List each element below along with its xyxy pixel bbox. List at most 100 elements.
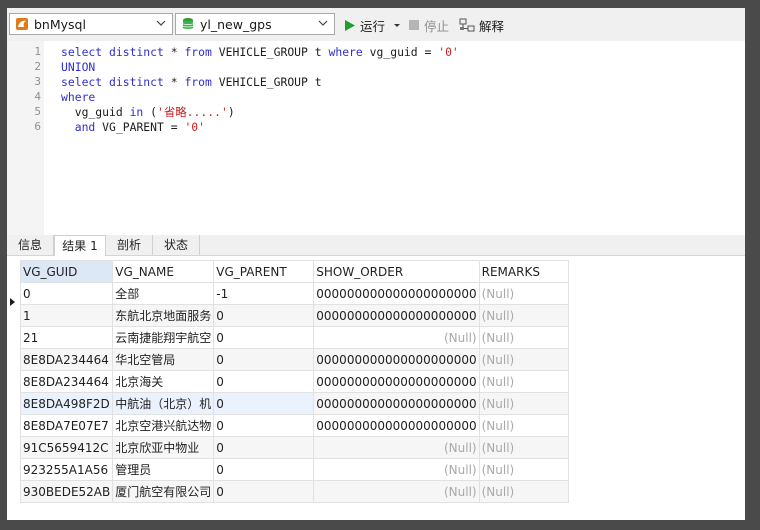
- table-cell[interactable]: 8E8DA498F2D: [19, 392, 114, 415]
- table-cell[interactable]: 0: [213, 326, 315, 349]
- sql-keyword: from: [184, 45, 212, 59]
- column-header[interactable]: SHOW_ORDER: [313, 260, 480, 283]
- chevron-down-icon: [318, 20, 328, 26]
- table-row[interactable]: 930BEDE52AB 厦门航空有限公司 0 (Null) (Null): [19, 480, 569, 503]
- sql-text: VG_PARENT =: [95, 120, 185, 134]
- column-header[interactable]: VG_NAME: [112, 260, 215, 283]
- table-cell[interactable]: 930BEDE52AB: [19, 480, 114, 503]
- explain-button[interactable]: 解释: [459, 16, 504, 34]
- table-cell[interactable]: 8E8DA7E07E7: [19, 414, 114, 437]
- table-cell[interactable]: 000000000000000000000: [313, 392, 480, 415]
- table-cell[interactable]: 0: [213, 348, 315, 371]
- table-cell[interactable]: (Null): [478, 326, 569, 349]
- table-cell[interactable]: 000000000000000000000: [313, 414, 480, 437]
- row-indicator-column: [7, 256, 19, 520]
- table-cell[interactable]: (Null): [313, 326, 480, 349]
- tab-info[interactable]: 信息: [7, 235, 54, 255]
- table-cell[interactable]: -1: [213, 282, 315, 305]
- table-cell[interactable]: 000000000000000000000: [313, 370, 480, 393]
- table-cell[interactable]: 0: [213, 392, 315, 415]
- table-row[interactable]: 8E8DA7E07E7 北京空港兴航达物 0 00000000000000000000…: [19, 414, 569, 437]
- table-cell[interactable]: (Null): [478, 392, 569, 415]
- table-cell[interactable]: (Null): [478, 304, 569, 327]
- table-cell[interactable]: (Null): [478, 370, 569, 393]
- table-cell[interactable]: (Null): [478, 282, 569, 305]
- run-button[interactable]: 运行: [344, 16, 402, 34]
- table-cell[interactable]: 8E8DA234464: [19, 370, 114, 393]
- table-cell[interactable]: (Null): [478, 414, 569, 437]
- table-cell[interactable]: 21: [19, 326, 114, 349]
- table-cell[interactable]: (Null): [478, 436, 569, 459]
- table-cell[interactable]: (Null): [478, 458, 569, 481]
- table-cell[interactable]: 华北空管局: [112, 348, 215, 371]
- column-header[interactable]: VG_GUID: [19, 260, 114, 283]
- tab-profile[interactable]: 剖析: [106, 235, 153, 255]
- table-cell[interactable]: 0: [213, 370, 315, 393]
- table-cell[interactable]: 0: [213, 304, 315, 327]
- table-cell[interactable]: 北京海关: [112, 370, 215, 393]
- database-select[interactable]: yl_new_gps: [175, 13, 335, 35]
- table-cell[interactable]: 923255A1A56: [19, 458, 114, 481]
- code-line: select distinct * from VEHICLE_GROUP t: [61, 75, 322, 90]
- column-header[interactable]: VG_PARENT: [213, 260, 315, 283]
- table-row[interactable]: 8E8DA498F2D 中航油（北京）机 0 00000000000000000000…: [19, 392, 569, 415]
- table-cell[interactable]: 0: [19, 282, 114, 305]
- table-cell[interactable]: 0: [213, 414, 315, 437]
- line-number: 3: [34, 75, 41, 88]
- stop-icon: [409, 20, 419, 30]
- sql-string: '0': [184, 120, 206, 134]
- table-cell[interactable]: 中航油（北京）机: [112, 392, 215, 415]
- table-cell[interactable]: 0: [213, 480, 315, 503]
- sql-keyword: from: [184, 75, 212, 89]
- table-cell[interactable]: (Null): [478, 348, 569, 371]
- result-grid: VG_GUID VG_NAME VG_PARENT SHOW_ORDER REMARKS…: [7, 256, 745, 520]
- table-cell[interactable]: 北京欣亚中物业: [112, 436, 215, 459]
- tab-result-1[interactable]: 结果 1: [54, 235, 106, 256]
- sql-editor[interactable]: 1 2 3 4 5 6 select distinct * from VEHICLE_GR…: [7, 41, 745, 235]
- connection-select[interactable]: bnMysql: [9, 13, 173, 35]
- table-cell[interactable]: 91C5659412C: [19, 436, 114, 459]
- table-row[interactable]: 8E8DA234464 华北空管局 0 000000000000000000000 (N…: [19, 348, 569, 371]
- table-cell[interactable]: 8E8DA234464: [19, 348, 114, 371]
- connection-name: bnMysql: [34, 17, 86, 32]
- line-number-gutter: 1 2 3 4 5 6: [7, 41, 44, 235]
- table-row[interactable]: 1 东航北京地面服务 0 000000000000000000000 (Null): [19, 304, 569, 327]
- table-cell[interactable]: 全部: [112, 282, 215, 305]
- table-cell[interactable]: 000000000000000000000: [313, 282, 480, 305]
- table-cell[interactable]: 1: [19, 304, 114, 327]
- sql-keyword: where: [61, 90, 96, 104]
- tab-status[interactable]: 状态: [153, 235, 200, 255]
- table-row[interactable]: 0 全部 -1 000000000000000000000 (Null): [19, 282, 569, 305]
- result-tab-bar: 信息 结果 1 剖析 状态: [7, 235, 745, 256]
- sql-text: vg_guid: [61, 105, 130, 119]
- result-table: VG_GUID VG_NAME VG_PARENT SHOW_ORDER REMARKS…: [19, 260, 569, 503]
- sql-string: '0': [438, 45, 459, 59]
- table-cell[interactable]: 000000000000000000000: [313, 348, 480, 371]
- code-line: UNION: [61, 60, 95, 75]
- table-row[interactable]: 21 云南捷能翔宇航空 0 (Null) (Null): [19, 326, 569, 349]
- table-cell[interactable]: 0: [213, 458, 315, 481]
- table-row[interactable]: 8E8DA234464 北京海关 0 000000000000000000000 (Nu…: [19, 370, 569, 393]
- sql-keyword: and: [74, 120, 96, 134]
- table-cell[interactable]: (Null): [313, 458, 480, 481]
- table-cell[interactable]: (Null): [313, 480, 480, 503]
- sql-keyword: in: [129, 105, 144, 119]
- stop-button[interactable]: 停止: [408, 16, 449, 34]
- table-cell[interactable]: 北京空港兴航达物: [112, 414, 215, 437]
- table-cell[interactable]: (Null): [313, 436, 480, 459]
- table-cell[interactable]: (Null): [478, 480, 569, 503]
- table-cell[interactable]: 0: [213, 436, 315, 459]
- table-row[interactable]: 923255A1A56 管理员 0 (Null) (Null): [19, 458, 569, 481]
- table-cell[interactable]: 000000000000000000000: [313, 304, 480, 327]
- column-header[interactable]: REMARKS: [478, 260, 569, 283]
- table-row[interactable]: 91C5659412C 北京欣亚中物业 0 (Null) (Null): [19, 436, 569, 459]
- caret-down-icon[interactable]: [392, 20, 402, 30]
- table-cell[interactable]: 云南捷能翔宇航空: [112, 326, 215, 349]
- code-line: vg_guid in ('省略.....'): [61, 105, 235, 120]
- table-cell[interactable]: 厦门航空有限公司: [112, 480, 215, 503]
- navicat-query-window: bnMysql yl_new_gps 运行 停止 解释 1 2 3 4 5 6 …: [7, 8, 745, 520]
- sql-text: (: [143, 105, 158, 119]
- table-cell[interactable]: 东航北京地面服务: [112, 304, 215, 327]
- sql-text: *: [163, 75, 185, 89]
- table-cell[interactable]: 管理员: [112, 458, 215, 481]
